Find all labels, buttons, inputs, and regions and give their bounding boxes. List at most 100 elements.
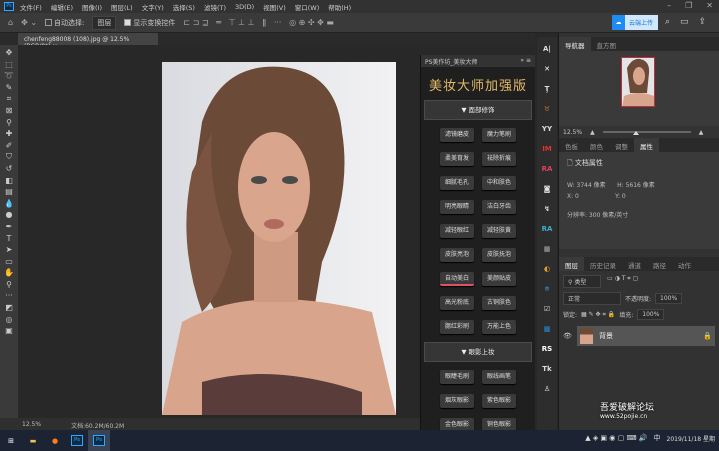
frame-tool-icon[interactable]: ⊠ [4, 106, 15, 115]
minimize-button[interactable]: – [667, 1, 671, 10]
brush-tool-icon[interactable]: ✐ [4, 141, 15, 150]
plugin-button[interactable]: 自动美白 [440, 272, 474, 286]
tab-properties[interactable]: 属性 [634, 138, 659, 152]
plugin-shortcut-icon[interactable]: ✕ [540, 61, 554, 77]
tab-swatches[interactable]: 色板 [559, 138, 584, 152]
menu-item[interactable]: 滤镜(T) [204, 2, 226, 12]
menu-item[interactable]: 选择(S) [173, 2, 195, 12]
menu-item[interactable]: 图像(I) [82, 2, 102, 12]
tab-actions[interactable]: 动作 [672, 257, 697, 271]
plugin-shortcut-icon[interactable]: YY [540, 121, 554, 137]
tab-navigator[interactable]: 导航器 [559, 37, 591, 51]
plugin-shortcut-icon[interactable]: ♉ [540, 101, 554, 117]
plugin-button[interactable]: 美颜贴皮 [482, 272, 516, 286]
eraser-tool-icon[interactable]: ◧ [4, 176, 15, 185]
clock-date[interactable]: 2019/11/18 星期 [667, 434, 716, 443]
plugin-shortcut-icon[interactable]: ⌾ [540, 281, 554, 297]
plugin-button[interactable]: 明亮眼睛 [440, 200, 474, 214]
healing-tool-icon[interactable]: ✚ [4, 129, 15, 138]
plugin-shortcut-icon[interactable]: RA [540, 221, 554, 237]
plugin-button[interactable]: 烟灰眼影 [440, 394, 474, 408]
plugin-shortcut-icon[interactable]: RS [540, 341, 554, 357]
ime-indicator[interactable]: 中 [654, 433, 661, 443]
firefox-icon[interactable]: ● [44, 430, 66, 451]
file-explorer-icon[interactable]: ▬ [22, 430, 44, 451]
tab-history[interactable]: 历史记录 [584, 257, 622, 271]
filter-icons[interactable]: ▭ ◑ T ⌗ ▢ [607, 275, 638, 288]
blur-tool-icon[interactable]: 💧 [4, 199, 15, 208]
menu-item[interactable]: 帮助(H) [328, 2, 351, 12]
zoom-out-icon[interactable]: ▲ [590, 129, 595, 136]
plugin-shortcut-icon[interactable]: ▦ [540, 241, 554, 257]
auto-select-checkbox[interactable]: 自动选择: [45, 18, 84, 28]
lasso-tool-icon[interactable]: ➰ [4, 71, 15, 80]
menu-item[interactable]: 窗口(W) [295, 2, 320, 12]
plugin-button[interactable]: 减轻肤黄 [482, 224, 516, 238]
navigator-zoom-value[interactable]: 12.5% [563, 129, 582, 136]
layer-row[interactable]: 👁 背景 🔒 [563, 326, 715, 346]
tab-histogram[interactable]: 直方图 [591, 37, 623, 51]
plugin-shortcut-icon[interactable]: RA [540, 161, 554, 177]
section-eye-makeup[interactable]: ▼ 眼影上妆 [424, 342, 532, 362]
plugin-button[interactable]: 皮肤抚泡 [482, 248, 516, 262]
plugin-shortcut-icon[interactable]: ☑ [540, 301, 554, 317]
align-icons[interactable]: ⊏ ⊐ ⊒ ═ ⊤ ⊥ ⊥ ǁ ··· ◎ ⊕ ✣ ✥ ▬ [183, 18, 334, 27]
menu-item[interactable]: 3D(D) [235, 3, 254, 11]
path-select-icon[interactable]: ➤ [4, 245, 15, 254]
menu-item[interactable]: 编辑(E) [51, 2, 73, 12]
document-tab[interactable]: chenfeng88008 (108).jpg @ 12.5%(RGB/8*) … [18, 33, 158, 50]
tab-layers[interactable]: 图层 [559, 257, 584, 271]
crop-tool-icon[interactable]: ⌗ [4, 94, 15, 103]
plugin-button[interactable]: 眼线画笔 [482, 370, 516, 384]
plugin-button[interactable]: 万能上色 [482, 320, 516, 334]
plugin-shortcut-icon[interactable]: Ţ [540, 81, 554, 97]
plugin-button[interactable]: 皮肤亮泡 [440, 248, 474, 262]
zoom-slider[interactable] [602, 131, 691, 135]
fill-input[interactable]: 100% [637, 309, 665, 320]
cloud-upload-button[interactable]: ☁ 云端上传 [612, 15, 658, 30]
start-button[interactable]: ⊞ [0, 430, 22, 451]
menu-item[interactable]: 图层(L) [111, 2, 133, 12]
document-image[interactable] [162, 62, 396, 415]
plugin-shortcut-icon[interactable]: ▩ [540, 321, 554, 337]
navigator-thumbnail[interactable] [621, 57, 655, 107]
plugin-button[interactable]: 柔美育发 [440, 152, 474, 166]
tray-icons[interactable]: ▲ ◈ ▣ ◉ ▢ ⌨ 🔊 [585, 434, 647, 442]
share-icon[interactable]: ⇪ [699, 17, 707, 27]
plugin-button[interactable]: 魔力笔刷 [482, 128, 516, 142]
menu-item[interactable]: 文件(F) [20, 2, 42, 12]
section-face-retouch[interactable]: ▼ 面部修饰 [424, 100, 532, 120]
plugin-button[interactable]: 中和肤色 [482, 176, 516, 190]
photoshop-taskbar-icon[interactable]: Ps [66, 430, 88, 451]
blend-mode-dropdown[interactable]: 正常 [563, 292, 621, 305]
tab-channels[interactable]: 通道 [622, 257, 647, 271]
plugin-shortcut-icon[interactable]: A| [540, 41, 554, 57]
close-button[interactable]: ✕ [706, 1, 713, 10]
quick-select-tool-icon[interactable]: ✎ [4, 83, 15, 92]
plugin-button[interactable]: 高光粉底 [440, 296, 474, 310]
zoom-tool-icon[interactable]: ⚲ [4, 280, 15, 289]
plugin-button[interactable]: 滤镜磨皮 [440, 128, 474, 142]
dodge-tool-icon[interactable]: ● [4, 210, 15, 219]
plugin-button[interactable]: 洁白牙齿 [482, 200, 516, 214]
plugin-shortcut-icon[interactable]: IM [540, 141, 554, 157]
search-icon[interactable]: ⌕ [665, 17, 670, 27]
hand-tool-icon[interactable]: ✋ [4, 268, 15, 277]
plugin-button[interactable]: 细腻毛孔 [440, 176, 474, 190]
pen-tool-icon[interactable]: ✒ [4, 222, 15, 231]
move-tool-icon[interactable]: ✥ ⌄ [21, 18, 37, 27]
gradient-tool-icon[interactable]: ▤ [4, 187, 15, 196]
tab-color[interactable]: 颜色 [584, 138, 609, 152]
plugin-button[interactable]: 减轻眼红 [440, 224, 474, 238]
layer-select-dropdown[interactable]: 图层 [92, 15, 117, 30]
plugin-button[interactable]: 祛除折痕 [482, 152, 516, 166]
plugin-shortcut-icon[interactable]: Tk [540, 361, 554, 377]
screen-mode-icon[interactable]: ▣ [4, 326, 15, 335]
home-icon[interactable]: ⌂ [8, 18, 13, 27]
menu-item[interactable]: 视图(V) [263, 2, 286, 12]
quick-mask-icon[interactable]: ◎ [4, 315, 15, 324]
visibility-eye-icon[interactable]: 👁 [563, 332, 577, 340]
plugin-button[interactable]: 古铜肤色 [482, 296, 516, 310]
marquee-tool-icon[interactable]: ⬚ [4, 60, 15, 69]
color-swatches-icon[interactable]: ◩ [4, 303, 15, 312]
